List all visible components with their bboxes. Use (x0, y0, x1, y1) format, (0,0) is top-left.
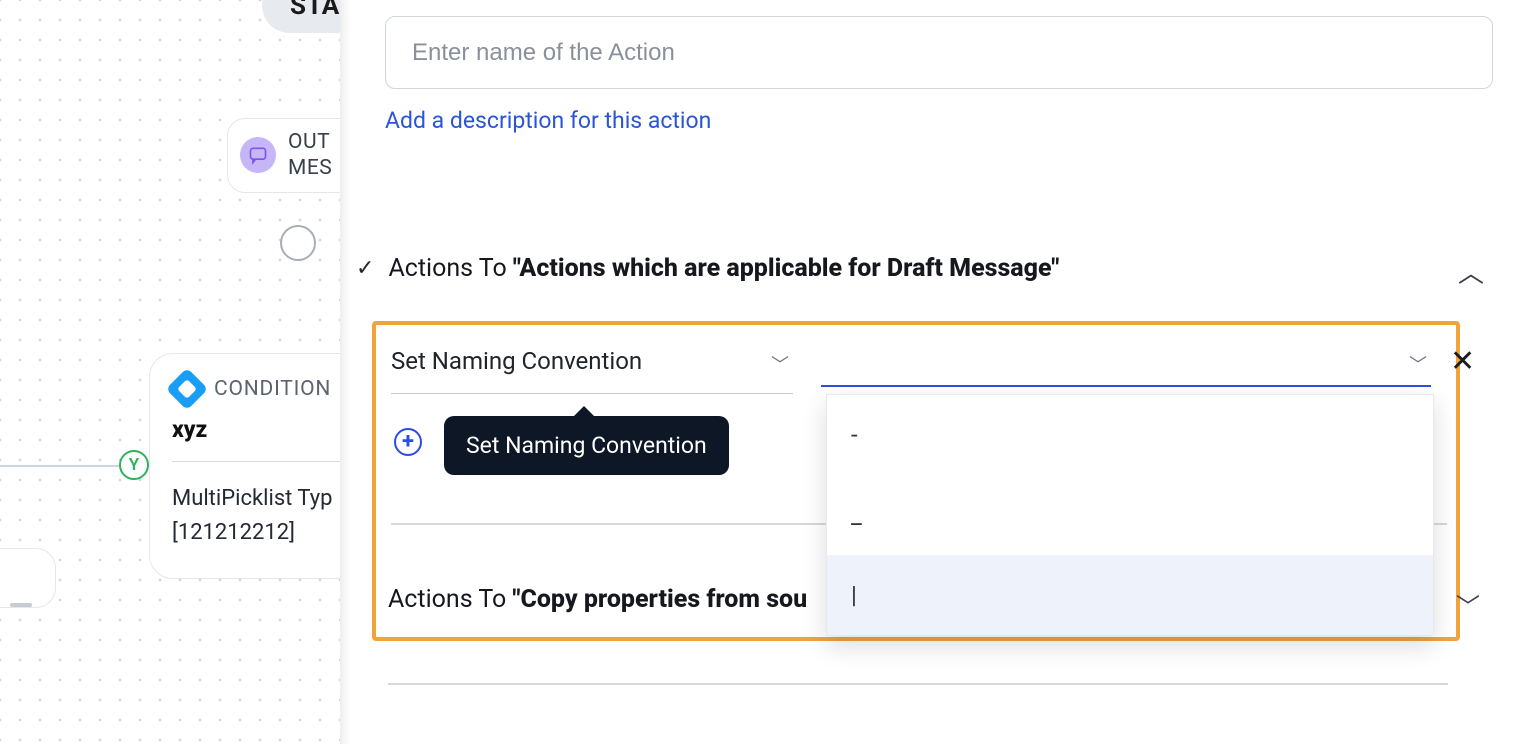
action-type-select[interactable]: Set Naming Convention ﹀ (391, 343, 793, 394)
section1-prefix: Actions To (388, 254, 513, 283)
action-name-input[interactable] (385, 16, 1493, 89)
chevron-down-icon: ﹀ (1409, 351, 1427, 377)
section-header-copy-props[interactable]: Actions To "Copy properties from sou (388, 585, 807, 614)
outbound-label: OUT MES (288, 129, 332, 182)
partial-node[interactable] (0, 548, 56, 608)
edge-line (0, 465, 120, 467)
condition-expression: MultiPicklist Typ [121212212] (172, 482, 366, 550)
workflow-canvas: STA OUT MES Y CONDITION xyz MultiPicklis… (0, 0, 340, 744)
plus-icon: + (394, 428, 422, 456)
section2-title: "Copy properties from sou (513, 585, 808, 614)
check-icon: ✓ (356, 256, 374, 281)
chevron-up-icon[interactable]: ︿ (1458, 253, 1484, 290)
chevron-down-icon: ﹀ (771, 351, 789, 377)
action-row: Set Naming Convention ﹀ ﹀ (391, 343, 1431, 394)
remove-action-button[interactable]: ✕ (1450, 344, 1475, 379)
dropdown-option-pipe[interactable]: | (827, 555, 1433, 635)
yes-badge: Y (119, 450, 149, 480)
chevron-down-icon[interactable]: ﹀ (1456, 587, 1480, 622)
add-action-row[interactable]: + (394, 428, 422, 456)
chat-icon (240, 137, 276, 173)
value-dropdown: - _ | (826, 394, 1434, 636)
condition-icon (166, 368, 208, 410)
dropdown-option-dash[interactable]: - (827, 395, 1433, 475)
section-header-draft-actions[interactable]: ✓ Actions To "Actions which are applicab… (356, 254, 1059, 283)
partial-node-dash (10, 603, 32, 607)
add-description-link[interactable]: Add a description for this action (385, 107, 711, 134)
action-value-select[interactable]: ﹀ (821, 343, 1431, 387)
edge-connector[interactable] (280, 225, 316, 261)
condition-type-label: CONDITION (214, 377, 331, 401)
section2-prefix: Actions To (388, 585, 513, 614)
tooltip: Set Naming Convention (444, 416, 729, 475)
condition-name: xyz (172, 416, 366, 443)
divider (388, 683, 1448, 685)
action-type-value: Set Naming Convention (391, 347, 642, 375)
dropdown-option-underscore[interactable]: _ (827, 475, 1433, 555)
section1-title: "Actions which are applicable for Draft … (513, 254, 1059, 283)
start-label: STA (290, 0, 340, 21)
